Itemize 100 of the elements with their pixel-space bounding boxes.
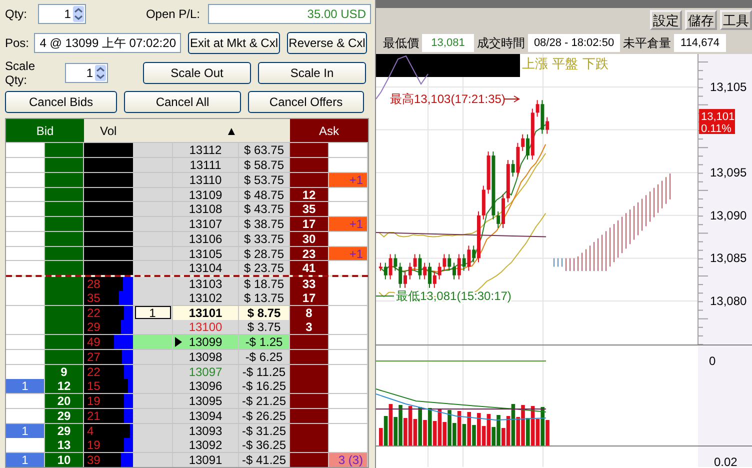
bid-cell[interactable] bbox=[45, 172, 84, 187]
spin-arrows-icon[interactable] bbox=[95, 64, 106, 81]
bid-cell[interactable] bbox=[45, 261, 84, 276]
working-order-cell[interactable]: 1 bbox=[133, 306, 173, 320]
working-order-cell[interactable] bbox=[133, 172, 173, 187]
bid-cell[interactable] bbox=[45, 246, 84, 260]
bid-cell[interactable]: 9 bbox=[45, 364, 84, 379]
bid-cell[interactable]: 29 bbox=[45, 408, 84, 423]
ask-cell[interactable] bbox=[290, 364, 329, 379]
bid-order-cell[interactable]: 1 bbox=[6, 453, 45, 468]
ask-cell[interactable] bbox=[290, 158, 329, 172]
working-order-cell[interactable] bbox=[133, 379, 173, 394]
bid-cell[interactable]: 29 bbox=[45, 424, 84, 438]
bid-order-cell[interactable] bbox=[6, 188, 45, 202]
working-order-cell[interactable] bbox=[133, 143, 173, 158]
ask-order-cell[interactable] bbox=[329, 438, 368, 452]
working-order-cell[interactable] bbox=[133, 188, 173, 202]
ask-cell[interactable] bbox=[290, 424, 329, 438]
ask-cell[interactable] bbox=[290, 453, 329, 468]
order-button[interactable]: Reverse & Cxl bbox=[287, 32, 367, 54]
ask-order-cell[interactable] bbox=[329, 424, 368, 438]
bid-cell[interactable]: 13 bbox=[45, 438, 84, 452]
ask-cell[interactable]: 33 bbox=[290, 277, 329, 292]
ask-cell[interactable]: 30 bbox=[290, 232, 329, 246]
quantity-spinner[interactable]: 1 bbox=[65, 62, 108, 83]
ask-order-cell[interactable] bbox=[329, 277, 368, 292]
bid-order-cell[interactable] bbox=[6, 350, 45, 364]
bid-order-cell[interactable] bbox=[6, 364, 45, 379]
bid-order-cell[interactable]: 1 bbox=[6, 379, 45, 394]
bid-order-cell[interactable] bbox=[6, 320, 45, 334]
scale-button[interactable]: Scale In bbox=[258, 62, 366, 84]
ask-cell[interactable] bbox=[290, 335, 329, 350]
ask-cell[interactable]: 17 bbox=[290, 217, 329, 231]
bid-cell[interactable] bbox=[45, 277, 84, 292]
bid-order-cell[interactable] bbox=[6, 217, 45, 231]
bid-order-cell[interactable] bbox=[6, 438, 45, 452]
working-order-cell[interactable] bbox=[133, 364, 173, 379]
ask-cell[interactable] bbox=[290, 143, 329, 158]
ask-order-cell[interactable] bbox=[329, 379, 368, 394]
bid-cell[interactable] bbox=[45, 350, 84, 364]
bid-order-cell[interactable] bbox=[6, 158, 45, 172]
toolbar-button[interactable]: 設定 bbox=[650, 10, 682, 30]
toolbar-button[interactable]: 工具 bbox=[720, 10, 752, 30]
working-order-cell[interactable] bbox=[133, 261, 173, 276]
bid-cell[interactable]: 12 bbox=[45, 379, 84, 394]
ask-cell[interactable] bbox=[290, 408, 329, 423]
bid-order-cell[interactable] bbox=[6, 261, 45, 276]
ask-order-cell[interactable] bbox=[329, 188, 368, 202]
bid-order-cell[interactable] bbox=[6, 232, 45, 246]
ask-cell[interactable]: 41 bbox=[290, 261, 329, 276]
working-order-cell[interactable] bbox=[133, 232, 173, 246]
ask-order-cell[interactable] bbox=[329, 158, 368, 172]
bid-order-cell[interactable] bbox=[6, 335, 45, 350]
bid-cell[interactable] bbox=[45, 202, 84, 216]
ask-cell[interactable] bbox=[290, 172, 329, 187]
working-order-cell[interactable] bbox=[133, 453, 173, 468]
ask-cell[interactable]: 23 bbox=[290, 246, 329, 260]
ask-order-cell[interactable] bbox=[329, 306, 368, 320]
ask-order-cell[interactable] bbox=[329, 335, 368, 350]
ask-cell[interactable] bbox=[290, 379, 329, 394]
working-order-cell[interactable] bbox=[133, 246, 173, 260]
bid-cell[interactable] bbox=[45, 306, 84, 320]
bid-cell[interactable] bbox=[45, 188, 84, 202]
cancel-button[interactable]: Cancel Offers bbox=[248, 91, 364, 114]
ask-order-cell[interactable] bbox=[329, 364, 368, 379]
working-order-cell[interactable] bbox=[133, 408, 173, 423]
ask-cell[interactable]: 8 bbox=[290, 306, 329, 320]
ask-cell[interactable] bbox=[290, 394, 329, 408]
bid-order-cell[interactable] bbox=[6, 172, 45, 187]
working-order-cell[interactable] bbox=[133, 320, 173, 334]
toolbar-button[interactable]: 儲存 bbox=[685, 10, 717, 30]
bid-order-cell[interactable] bbox=[6, 277, 45, 292]
bid-cell[interactable] bbox=[45, 290, 84, 305]
bid-cell[interactable] bbox=[45, 335, 84, 350]
bid-order-cell[interactable] bbox=[6, 202, 45, 216]
order-button[interactable]: Exit at Mkt & Cxl bbox=[188, 32, 280, 54]
ask-order-cell[interactable] bbox=[329, 394, 368, 408]
ask-cell[interactable]: 17 bbox=[290, 290, 329, 305]
bid-order-cell[interactable] bbox=[6, 408, 45, 423]
ask-cell[interactable] bbox=[290, 350, 329, 364]
bid-cell[interactable]: 10 bbox=[45, 453, 84, 468]
working-order-cell[interactable] bbox=[133, 335, 173, 350]
cancel-button[interactable]: Cancel All bbox=[124, 91, 241, 114]
bid-cell[interactable] bbox=[45, 158, 84, 172]
working-order-cell[interactable] bbox=[133, 424, 173, 438]
ask-cell[interactable]: 35 bbox=[290, 202, 329, 216]
order-quantity-field[interactable]: 1 bbox=[134, 306, 170, 320]
ask-cell[interactable]: 3 bbox=[290, 320, 329, 334]
working-order-cell[interactable] bbox=[133, 350, 173, 364]
bid-cell[interactable]: 20 bbox=[45, 394, 84, 408]
bid-cell[interactable] bbox=[45, 320, 84, 334]
bid-cell[interactable] bbox=[45, 217, 84, 231]
working-order-cell[interactable] bbox=[133, 277, 173, 292]
ask-order-cell[interactable] bbox=[329, 290, 368, 305]
bid-order-cell[interactable] bbox=[6, 306, 45, 320]
ask-order-cell[interactable] bbox=[329, 320, 368, 334]
bid-order-cell[interactable] bbox=[6, 143, 45, 158]
ask-order-cell[interactable] bbox=[329, 232, 368, 246]
bid-order-cell[interactable] bbox=[6, 394, 45, 408]
ask-cell[interactable]: 12 bbox=[290, 188, 329, 202]
